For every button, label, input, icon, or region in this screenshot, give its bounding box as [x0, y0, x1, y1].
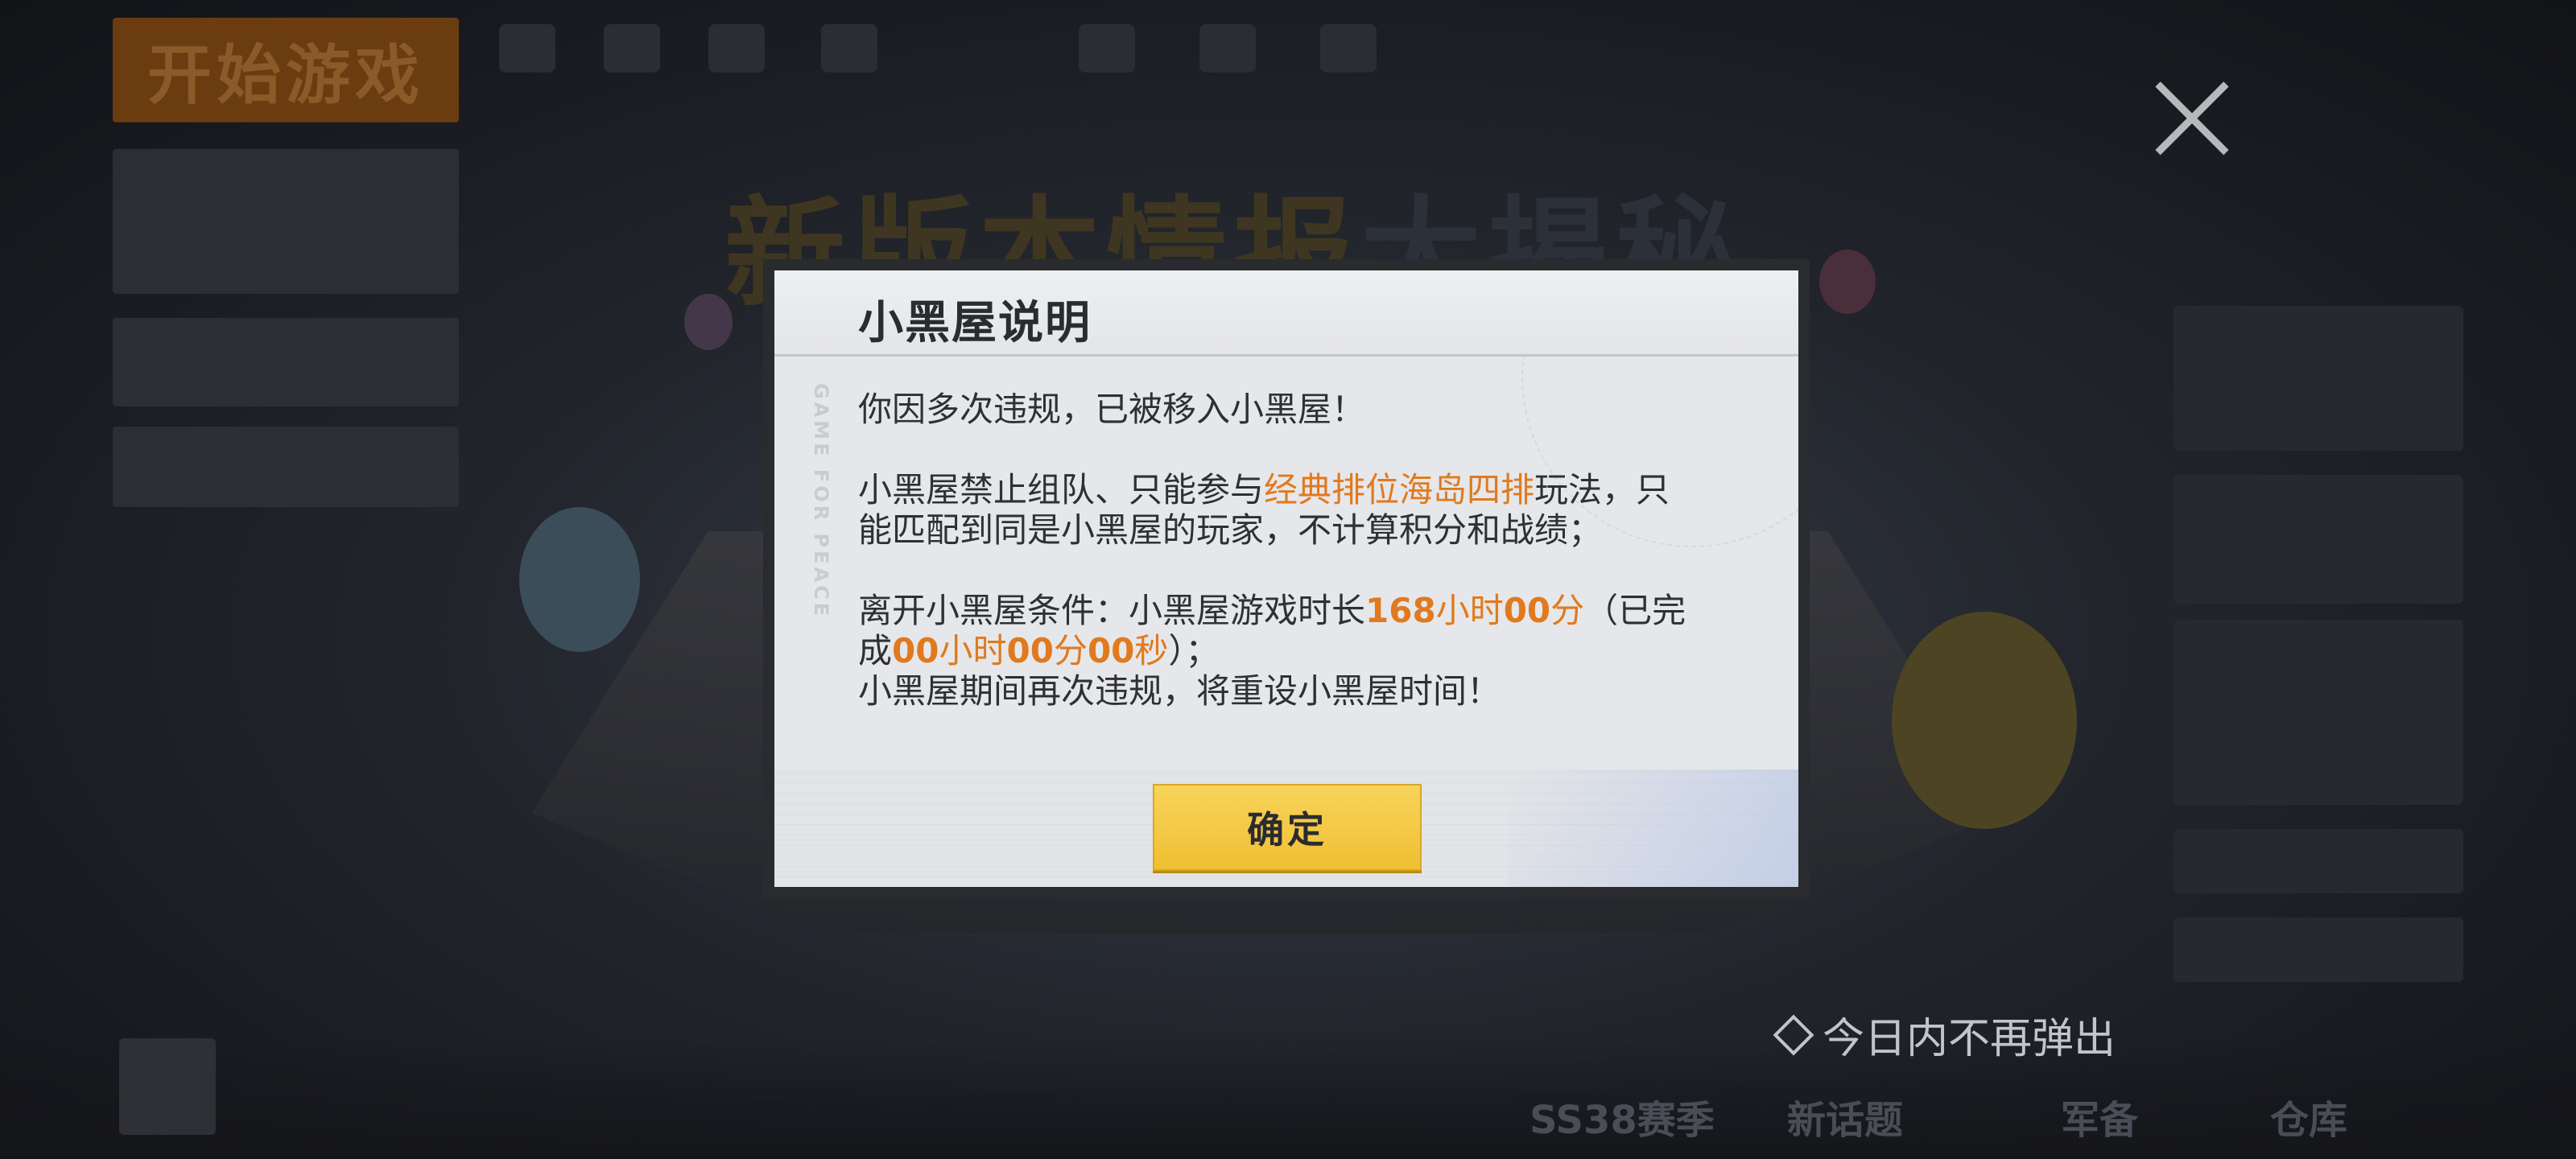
balloon-decoration	[684, 294, 733, 350]
side-panel[interactable]	[2174, 918, 2463, 982]
lobby-icon[interactable]	[604, 24, 660, 72]
side-panel[interactable]	[2174, 620, 2463, 805]
exit-condition-text: 离开小黑屋条件：小黑屋游戏时长168小时00分（已完成00小时00分00秒）；	[858, 591, 1703, 671]
side-panel[interactable]	[2174, 306, 2463, 451]
restriction-text-pre: 小黑屋禁止组队、只能参与	[858, 470, 1265, 509]
balloon-decoration	[1892, 612, 2077, 829]
lobby-icon[interactable]	[1320, 24, 1377, 72]
completed-minutes-unit: 分	[1053, 631, 1088, 670]
completed-seconds-unit: 秒	[1134, 631, 1169, 670]
bottom-item-topics[interactable]: 新话题	[1787, 1088, 1903, 1145]
completed-hours-value: 00	[892, 631, 939, 670]
allowed-mode-highlight: 经典排位海岛四排	[1264, 470, 1535, 509]
lobby-icon[interactable]	[708, 24, 765, 72]
completed-hours-unit: 小时	[939, 631, 1007, 670]
start-game-button[interactable]: 开始游戏	[113, 18, 459, 122]
mode-card[interactable]	[113, 427, 459, 507]
dialog-panel: 小黑屋说明 GAME FOR PEACE 你因多次违规，已被移入小黑屋！ 小黑屋…	[774, 270, 1798, 887]
bottom-item-season[interactable]: SS38赛季	[1530, 1088, 1715, 1145]
mode-card[interactable]	[113, 149, 459, 294]
lobby-icon[interactable]	[821, 24, 877, 72]
required-minutes-value: 00	[1503, 591, 1551, 630]
completed-seconds-value: 00	[1087, 631, 1135, 670]
do-not-show-today-label: 今日内不再弹出	[1823, 1015, 2116, 1063]
checkbox-diamond-icon[interactable]	[1773, 1014, 1814, 1055]
reset-warning: 小黑屋期间再次违规，将重设小黑屋时间！	[858, 671, 1501, 711]
balloon-decoration	[1819, 250, 1876, 314]
required-minutes-unit: 分	[1550, 591, 1585, 630]
confirm-button[interactable]: 确定	[1153, 784, 1422, 871]
lobby-icon[interactable]	[499, 24, 555, 72]
violation-notice: 你因多次违规，已被移入小黑屋！	[858, 390, 1366, 429]
dialog-body: 你因多次违规，已被移入小黑屋！ 小黑屋禁止组队、只能参与经典排位海岛四排玩法，只…	[858, 390, 1703, 711]
lobby-icon[interactable]	[1079, 24, 1135, 72]
bottom-bar	[0, 1038, 2576, 1159]
avatar[interactable]	[119, 1038, 216, 1135]
dialog-header: 小黑屋说明	[774, 270, 1798, 357]
balloon-decoration	[519, 507, 640, 652]
do-not-show-today-toggle[interactable]: 今日内不再弹出	[1773, 1004, 2116, 1065]
watermark-text: GAME FOR PEACE	[810, 383, 832, 620]
lobby-icon[interactable]	[1199, 24, 1256, 72]
bottom-item-armory[interactable]: 军备	[2061, 1088, 2138, 1145]
mode-card[interactable]	[113, 318, 459, 406]
exit-condition-pre: 离开小黑屋条件：小黑屋游戏时长	[858, 591, 1366, 630]
bottom-item-warehouse[interactable]: 仓库	[2270, 1088, 2347, 1145]
required-hours-value: 168	[1365, 591, 1436, 630]
side-panel[interactable]	[2174, 829, 2463, 893]
side-panel[interactable]	[2174, 475, 2463, 604]
close-icon[interactable]	[2148, 74, 2236, 163]
dialog-title: 小黑屋说明	[858, 297, 1092, 349]
completed-minutes-value: 00	[1006, 631, 1054, 670]
penalty-dialog: 小黑屋说明 GAME FOR PEACE 你因多次违规，已被移入小黑屋！ 小黑屋…	[763, 259, 1810, 898]
required-hours-unit: 小时	[1435, 591, 1504, 630]
progress-suffix: ）；	[1168, 631, 1220, 670]
dialog-footer: 确定	[774, 769, 1798, 887]
restriction-text: 小黑屋禁止组队、只能参与经典排位海岛四排玩法，只能匹配到同是小黑屋的玩家，不计算…	[858, 470, 1703, 551]
